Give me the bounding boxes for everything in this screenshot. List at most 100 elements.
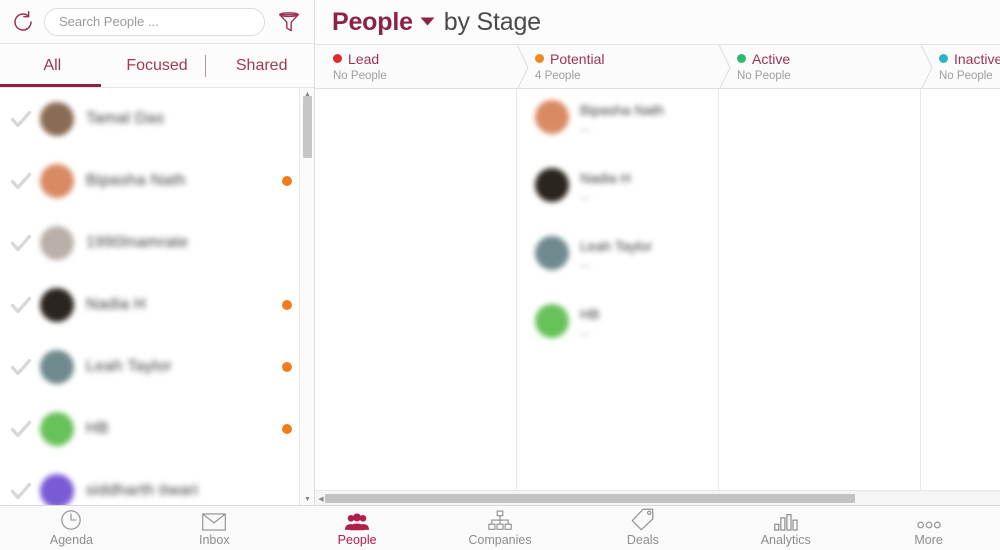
column-chevron-icon xyxy=(718,45,732,90)
vertical-scrollbar[interactable]: ▲ ▼ xyxy=(299,88,314,505)
list-item[interactable]: Bipasha Nath xyxy=(0,150,314,212)
horizontal-scrollbar[interactable]: ◀ xyxy=(315,490,1000,505)
stage-count: No People xyxy=(939,70,993,82)
tabbar-label: Companies xyxy=(468,533,532,547)
avatar xyxy=(535,168,569,202)
org-chart-icon[interactable] xyxy=(488,509,512,531)
status-badge xyxy=(282,176,292,186)
stage-name: Lead xyxy=(348,50,380,67)
tabbar-label: Analytics xyxy=(760,533,811,547)
funnel-filter-icon[interactable] xyxy=(274,7,304,37)
check-icon[interactable] xyxy=(6,234,36,252)
person-card-name: Nadia H xyxy=(580,170,631,186)
stage-color-dot xyxy=(535,54,544,63)
list-item[interactable]: HB xyxy=(0,398,314,460)
stage-color-dot xyxy=(939,54,948,63)
tabbar-item-more[interactable]: More xyxy=(857,506,1000,550)
search-input[interactable] xyxy=(44,7,265,36)
tabbar-item-inbox[interactable]: Inbox xyxy=(143,506,286,550)
search-toolbar xyxy=(0,0,314,44)
kanban-panel: People by Stage Lead No People Potential… xyxy=(315,0,1000,505)
tabbar-item-deals[interactable]: Deals xyxy=(571,506,714,550)
check-icon[interactable] xyxy=(6,110,36,128)
main-body: All Focused Shared Tamal Das Bipasha Nat… xyxy=(0,0,1000,505)
avatar xyxy=(40,350,74,384)
check-icon[interactable] xyxy=(6,296,36,314)
avatar xyxy=(40,412,74,446)
tabbar-label: Agenda xyxy=(49,533,93,547)
active-tab-underline xyxy=(0,84,101,87)
list-item-label: HB xyxy=(86,420,109,437)
stage-column[interactable] xyxy=(921,89,1000,505)
tabbar-item-analytics[interactable]: Analytics xyxy=(714,506,857,550)
list-item-label: Tamal Das xyxy=(86,110,165,127)
person-card[interactable]: Leah Taylor — xyxy=(517,227,718,295)
stage-column-header[interactable]: Lead No People xyxy=(315,45,517,88)
list-item-label: Leah Taylor xyxy=(86,358,172,375)
person-card-name: Leah Taylor xyxy=(580,238,653,254)
stage-column-headers: Lead No People Potential 4 People Active… xyxy=(315,44,1000,90)
avatar xyxy=(40,164,74,198)
vertical-scrollbar-thumb[interactable] xyxy=(303,96,312,158)
list-item[interactable]: Tamal Das xyxy=(0,88,314,150)
list-item-label: siddharth tiwari xyxy=(86,482,199,499)
people-icon[interactable] xyxy=(345,509,370,531)
person-card-name: HB xyxy=(580,306,600,322)
stage-name: Inactive xyxy=(954,50,1000,67)
avatar xyxy=(40,226,74,260)
list-item[interactable]: Nadia H xyxy=(0,274,314,336)
refresh-icon[interactable] xyxy=(10,9,36,35)
tabbar-label: More xyxy=(914,533,943,547)
stage-column[interactable] xyxy=(315,89,517,505)
check-icon[interactable] xyxy=(6,420,36,438)
scroll-down-arrow-icon[interactable]: ▼ xyxy=(300,493,314,505)
stage-column[interactable]: Bipasha Nath — Nadia H — Leah Taylor — H… xyxy=(517,89,719,505)
tabbar-label: Inbox xyxy=(198,533,230,547)
list-item[interactable]: siddharth tiwari xyxy=(0,460,314,505)
bar-chart-icon[interactable] xyxy=(773,509,798,531)
tab-shared[interactable]: Shared xyxy=(209,44,314,88)
stage-count: No People xyxy=(333,70,387,82)
tabbar-item-companies[interactable]: Companies xyxy=(429,506,572,550)
stage-color-dot xyxy=(333,54,342,63)
tag-icon[interactable] xyxy=(631,508,654,531)
check-icon[interactable] xyxy=(6,482,36,500)
stage-column-header[interactable]: Potential 4 People xyxy=(516,45,719,90)
list-item-label: 1990Inamrate xyxy=(86,234,189,251)
people-list[interactable]: Tamal Das Bipasha Nath 1990Inamrate Nadi… xyxy=(0,88,314,505)
horizontal-scrollbar-thumb[interactable] xyxy=(325,494,855,503)
person-card-name: Bipasha Nath xyxy=(580,102,665,118)
crm-app-window: All Focused Shared Tamal Das Bipasha Nat… xyxy=(0,0,1000,550)
avatar xyxy=(535,304,569,338)
board-grouping-label: by Stage xyxy=(443,7,541,36)
avatar xyxy=(40,288,74,322)
tabbar-item-agenda[interactable]: Agenda xyxy=(0,506,143,550)
envelope-icon[interactable] xyxy=(202,509,227,531)
check-icon[interactable] xyxy=(6,358,36,376)
tab-all[interactable]: All xyxy=(0,44,105,88)
chevron-down-icon[interactable] xyxy=(420,13,435,31)
kanban-board[interactable]: Bipasha Nath — Nadia H — Leah Taylor — H… xyxy=(315,89,1000,505)
status-badge xyxy=(282,424,292,434)
list-item[interactable]: 1990Inamrate xyxy=(0,212,314,274)
avatar xyxy=(40,474,74,505)
clock-icon[interactable] xyxy=(60,509,82,531)
person-card-subtitle: — xyxy=(580,261,590,272)
column-chevron-icon xyxy=(920,45,934,90)
check-icon[interactable] xyxy=(6,172,36,190)
list-item[interactable]: Leah Taylor xyxy=(0,336,314,398)
person-card[interactable]: Nadia H — xyxy=(517,159,718,227)
page-title[interactable]: People xyxy=(332,8,413,37)
ellipsis-icon[interactable] xyxy=(916,509,942,531)
stage-column-header[interactable]: Inactive No People xyxy=(920,45,1000,90)
stage-column[interactable] xyxy=(719,89,921,505)
bottom-tab-bar: Agenda Inbox People Companies Deals Anal… xyxy=(0,505,1000,550)
person-card[interactable]: Bipasha Nath — xyxy=(517,91,718,159)
tab-focused[interactable]: Focused xyxy=(105,44,210,88)
avatar xyxy=(535,100,569,134)
stage-column-header[interactable]: Active No People xyxy=(718,45,921,90)
column-chevron-icon xyxy=(516,45,530,90)
tabbar-item-people[interactable]: People xyxy=(286,506,429,550)
person-card[interactable]: HB — xyxy=(517,295,718,363)
stage-count: 4 People xyxy=(535,70,581,82)
